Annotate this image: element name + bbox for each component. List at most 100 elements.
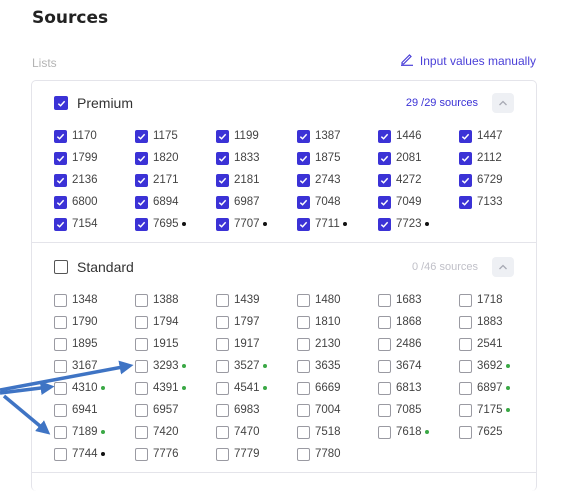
source-item[interactable]: 4272	[378, 169, 459, 191]
source-item[interactable]: 7420	[135, 421, 216, 443]
source-item[interactable]: 6800	[54, 191, 135, 213]
source-checkbox[interactable]	[216, 129, 229, 143]
source-checkbox[interactable]	[216, 447, 229, 461]
source-checkbox[interactable]	[216, 173, 229, 187]
source-checkbox[interactable]	[135, 293, 148, 307]
source-item[interactable]: 1915	[135, 333, 216, 355]
source-checkbox[interactable]	[378, 195, 391, 209]
source-checkbox[interactable]	[297, 293, 310, 307]
source-item[interactable]: 1895	[54, 333, 135, 355]
source-checkbox[interactable]	[378, 315, 391, 329]
source-checkbox[interactable]	[297, 173, 310, 187]
source-item[interactable]: 7189	[54, 421, 135, 443]
source-item[interactable]: 3635	[297, 355, 378, 377]
source-item[interactable]: 2136	[54, 169, 135, 191]
source-checkbox[interactable]	[54, 359, 67, 373]
source-checkbox[interactable]	[54, 425, 67, 439]
source-checkbox[interactable]	[378, 425, 391, 439]
source-checkbox[interactable]	[135, 425, 148, 439]
source-item[interactable]: 7048	[297, 191, 378, 213]
source-item[interactable]: 6894	[135, 191, 216, 213]
source-item[interactable]: 1820	[135, 147, 216, 169]
source-checkbox[interactable]	[459, 425, 472, 439]
source-checkbox[interactable]	[378, 381, 391, 395]
source-item[interactable]: 3293	[135, 355, 216, 377]
source-item[interactable]: 6957	[135, 399, 216, 421]
source-checkbox[interactable]	[216, 217, 229, 231]
source-item[interactable]: 7779	[216, 443, 297, 465]
source-item[interactable]: 1875	[297, 147, 378, 169]
source-checkbox[interactable]	[135, 217, 148, 231]
source-item[interactable]: 7776	[135, 443, 216, 465]
source-checkbox[interactable]	[459, 359, 472, 373]
source-item[interactable]: 7518	[297, 421, 378, 443]
source-checkbox[interactable]	[297, 151, 310, 165]
source-checkbox[interactable]	[135, 403, 148, 417]
source-checkbox[interactable]	[297, 217, 310, 231]
source-item[interactable]: 7780	[297, 443, 378, 465]
source-item[interactable]: 6669	[297, 377, 378, 399]
premium-collapse-button[interactable]	[492, 93, 514, 113]
source-checkbox[interactable]	[459, 403, 472, 417]
source-item[interactable]: 6987	[216, 191, 297, 213]
source-item[interactable]: 1683	[378, 289, 459, 311]
source-item[interactable]: 3167	[54, 355, 135, 377]
source-checkbox[interactable]	[135, 447, 148, 461]
source-checkbox[interactable]	[459, 315, 472, 329]
source-item[interactable]: 7175	[459, 399, 540, 421]
source-item[interactable]: 1348	[54, 289, 135, 311]
source-checkbox[interactable]	[54, 447, 67, 461]
source-checkbox[interactable]	[378, 403, 391, 417]
source-checkbox[interactable]	[378, 151, 391, 165]
source-item[interactable]: 7744	[54, 443, 135, 465]
source-checkbox[interactable]	[135, 173, 148, 187]
source-checkbox[interactable]	[378, 217, 391, 231]
source-checkbox[interactable]	[216, 195, 229, 209]
source-checkbox[interactable]	[459, 381, 472, 395]
source-item[interactable]: 7711	[297, 213, 378, 235]
source-item[interactable]: 7695	[135, 213, 216, 235]
source-item[interactable]: 7004	[297, 399, 378, 421]
source-checkbox[interactable]	[378, 337, 391, 351]
source-checkbox[interactable]	[216, 403, 229, 417]
source-checkbox[interactable]	[54, 151, 67, 165]
source-item[interactable]: 6813	[378, 377, 459, 399]
source-item[interactable]: 3527	[216, 355, 297, 377]
source-item[interactable]: 1917	[216, 333, 297, 355]
source-checkbox[interactable]	[135, 315, 148, 329]
source-item[interactable]: 4310	[54, 377, 135, 399]
source-checkbox[interactable]	[297, 425, 310, 439]
source-item[interactable]: 6729	[459, 169, 540, 191]
source-checkbox[interactable]	[297, 129, 310, 143]
source-checkbox[interactable]	[54, 315, 67, 329]
source-checkbox[interactable]	[54, 195, 67, 209]
source-checkbox[interactable]	[135, 359, 148, 373]
source-item[interactable]: 7049	[378, 191, 459, 213]
source-item[interactable]: 1718	[459, 289, 540, 311]
source-checkbox[interactable]	[297, 403, 310, 417]
source-item[interactable]: 1799	[54, 147, 135, 169]
source-item[interactable]: 1480	[297, 289, 378, 311]
standard-collapse-button[interactable]	[492, 257, 514, 277]
source-item[interactable]: 7133	[459, 191, 540, 213]
source-checkbox[interactable]	[216, 151, 229, 165]
source-checkbox[interactable]	[54, 129, 67, 143]
source-item[interactable]: 2181	[216, 169, 297, 191]
source-checkbox[interactable]	[54, 381, 67, 395]
source-item[interactable]: 1446	[378, 125, 459, 147]
source-checkbox[interactable]	[135, 195, 148, 209]
source-checkbox[interactable]	[54, 337, 67, 351]
source-checkbox[interactable]	[297, 381, 310, 395]
source-item[interactable]: 1447	[459, 125, 540, 147]
source-item[interactable]: 1199	[216, 125, 297, 147]
source-checkbox[interactable]	[135, 129, 148, 143]
source-item[interactable]: 6983	[216, 399, 297, 421]
source-item[interactable]: 6897	[459, 377, 540, 399]
source-checkbox[interactable]	[459, 151, 472, 165]
input-values-manually-link[interactable]: Input values manually	[400, 52, 536, 69]
source-checkbox[interactable]	[216, 425, 229, 439]
source-checkbox[interactable]	[54, 173, 67, 187]
source-checkbox[interactable]	[297, 337, 310, 351]
source-checkbox[interactable]	[378, 129, 391, 143]
source-item[interactable]: 2486	[378, 333, 459, 355]
